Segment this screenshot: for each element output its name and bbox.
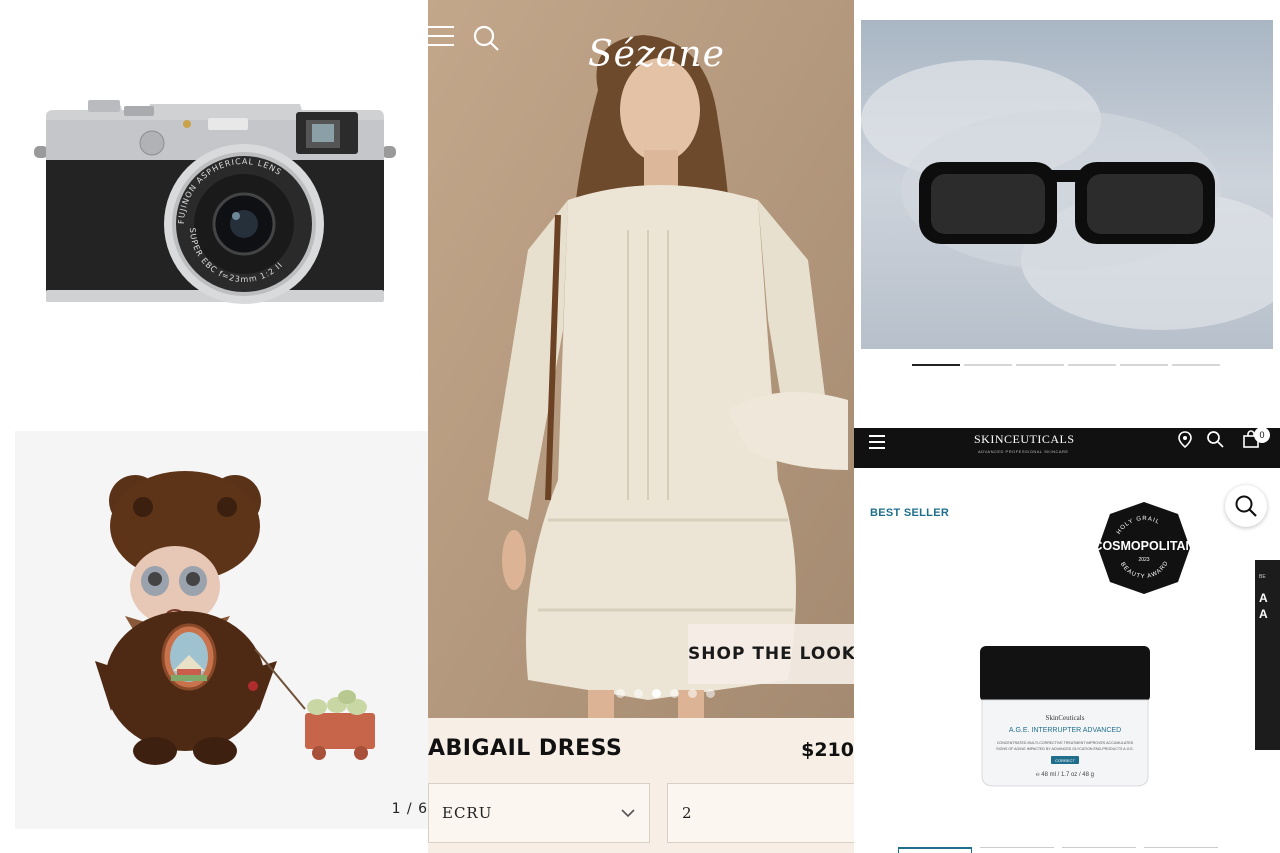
hamburger-menu-icon[interactable] — [428, 26, 456, 50]
size-select[interactable]: 2 — [667, 783, 854, 843]
carousel-bar[interactable] — [964, 364, 1012, 366]
toy-image — [95, 471, 375, 765]
thumbnail-active[interactable] — [898, 847, 972, 853]
location-pin-icon[interactable] — [1176, 430, 1194, 448]
sezane-product-panel: Sézane SHOP THE LOOK ABIGAIL DRESS $210 … — [428, 0, 854, 853]
next-product-card[interactable]: BE A A — [1255, 560, 1280, 750]
product-jar-image: SkinCeuticals A.G.E. INTERRUPTER ADVANCE… — [980, 646, 1150, 787]
zoom-button[interactable] — [1225, 485, 1267, 527]
image-counter: 1 / 6 — [391, 801, 428, 817]
product-name: ABIGAIL DRESS — [428, 736, 623, 761]
toy-product-panel: 1 / 6 — [15, 431, 428, 829]
thumbnail[interactable] — [980, 847, 1054, 853]
badge-main-text: COSMOPOLITAN — [1096, 539, 1192, 553]
carousel-dot[interactable] — [634, 689, 643, 698]
jar-description-2: SIGNS OF AGING IMPACTED BY ADVANCED GLYC… — [996, 747, 1134, 751]
thumbnail-strip — [898, 847, 1218, 853]
jar-tag: CORRECT — [1055, 758, 1075, 763]
sezane-logo[interactable]: Sézane — [588, 34, 725, 75]
carousel-dots — [616, 689, 715, 698]
jar-brand: SkinCeuticals — [1046, 714, 1085, 722]
skinceuticals-logo[interactable]: SKINCEUTICALS ADVANCED PROFESSIONAL SKIN… — [974, 430, 1094, 454]
award-badge: HOLY GRAIL COSMOPOLITAN 2023 BEAUTY AWAR… — [1096, 502, 1192, 594]
carousel-dot-active[interactable] — [652, 689, 661, 698]
thumbnail[interactable] — [1144, 847, 1218, 853]
carousel-bar[interactable] — [1120, 364, 1168, 366]
brand-tagline: ADVANCED PROFESSIONAL SKINCARE — [978, 449, 1069, 454]
carousel-dot[interactable] — [670, 689, 679, 698]
search-icon — [1235, 495, 1257, 517]
carousel-bar[interactable] — [1068, 364, 1116, 366]
best-seller-label: BEST SELLER — [870, 507, 950, 519]
carousel-dot[interactable] — [616, 689, 625, 698]
next-card-title: A A — [1259, 591, 1268, 621]
search-icon[interactable] — [1206, 430, 1224, 448]
sezane-header: Sézane — [428, 22, 854, 75]
size-select-value: 2 — [682, 804, 692, 822]
product-info-row: ABIGAIL DRESS $210 — [428, 718, 854, 783]
image-carousel-bars — [912, 364, 1220, 366]
hamburger-menu-icon[interactable] — [869, 435, 885, 449]
carousel-bar[interactable] — [1172, 364, 1220, 366]
color-select-value: ECRU — [442, 804, 493, 822]
sunglasses-image — [861, 20, 1273, 349]
search-icon[interactable] — [472, 24, 500, 52]
brand-name: SKINCEUTICALS — [974, 432, 1075, 446]
color-select[interactable]: ECRU — [428, 783, 650, 843]
carousel-dot[interactable] — [688, 689, 697, 698]
skinceuticals-navbar: SKINCEUTICALS ADVANCED PROFESSIONAL SKIN… — [854, 428, 1280, 468]
hero-model-image: Sézane SHOP THE LOOK — [428, 0, 854, 718]
jar-description-1: CONCENTRATED MULTI-CORRECTIVE TREATMENT … — [997, 741, 1134, 745]
product-price: $210 — [801, 739, 854, 761]
carousel-bar[interactable] — [1016, 364, 1064, 366]
model-photo — [428, 0, 854, 718]
skinceuticals-product-panel: SKINCEUTICALS ADVANCED PROFESSIONAL SKIN… — [854, 428, 1280, 853]
shop-the-look-button[interactable]: SHOP THE LOOK — [688, 624, 854, 684]
camera-product-panel: FUJINON ASPHERICAL LENS SUPER EBC f=23mm… — [0, 0, 428, 430]
next-card-small-text: BE — [1259, 574, 1266, 580]
carousel-dot[interactable] — [706, 689, 715, 698]
thumbnail[interactable] — [1062, 847, 1136, 853]
jar-product-name: A.G.E. INTERRUPTER ADVANCED — [1009, 727, 1121, 734]
carousel-bar-active[interactable] — [912, 364, 960, 366]
sunglasses-product-panel — [854, 0, 1280, 428]
collage-page: FUJINON ASPHERICAL LENS SUPER EBC f=23mm… — [0, 0, 1280, 853]
cart-count-badge: 0 — [1254, 428, 1270, 443]
shop-the-look-label: SHOP THE LOOK — [688, 644, 854, 664]
jar-volume: ℮ 48 ml / 1.7 oz / 48 g — [1036, 772, 1094, 778]
badge-year: 2023 — [1138, 557, 1149, 563]
chevron-down-icon — [621, 809, 635, 818]
camera-image: FUJINON ASPHERICAL LENS SUPER EBC f=23mm… — [34, 100, 396, 304]
